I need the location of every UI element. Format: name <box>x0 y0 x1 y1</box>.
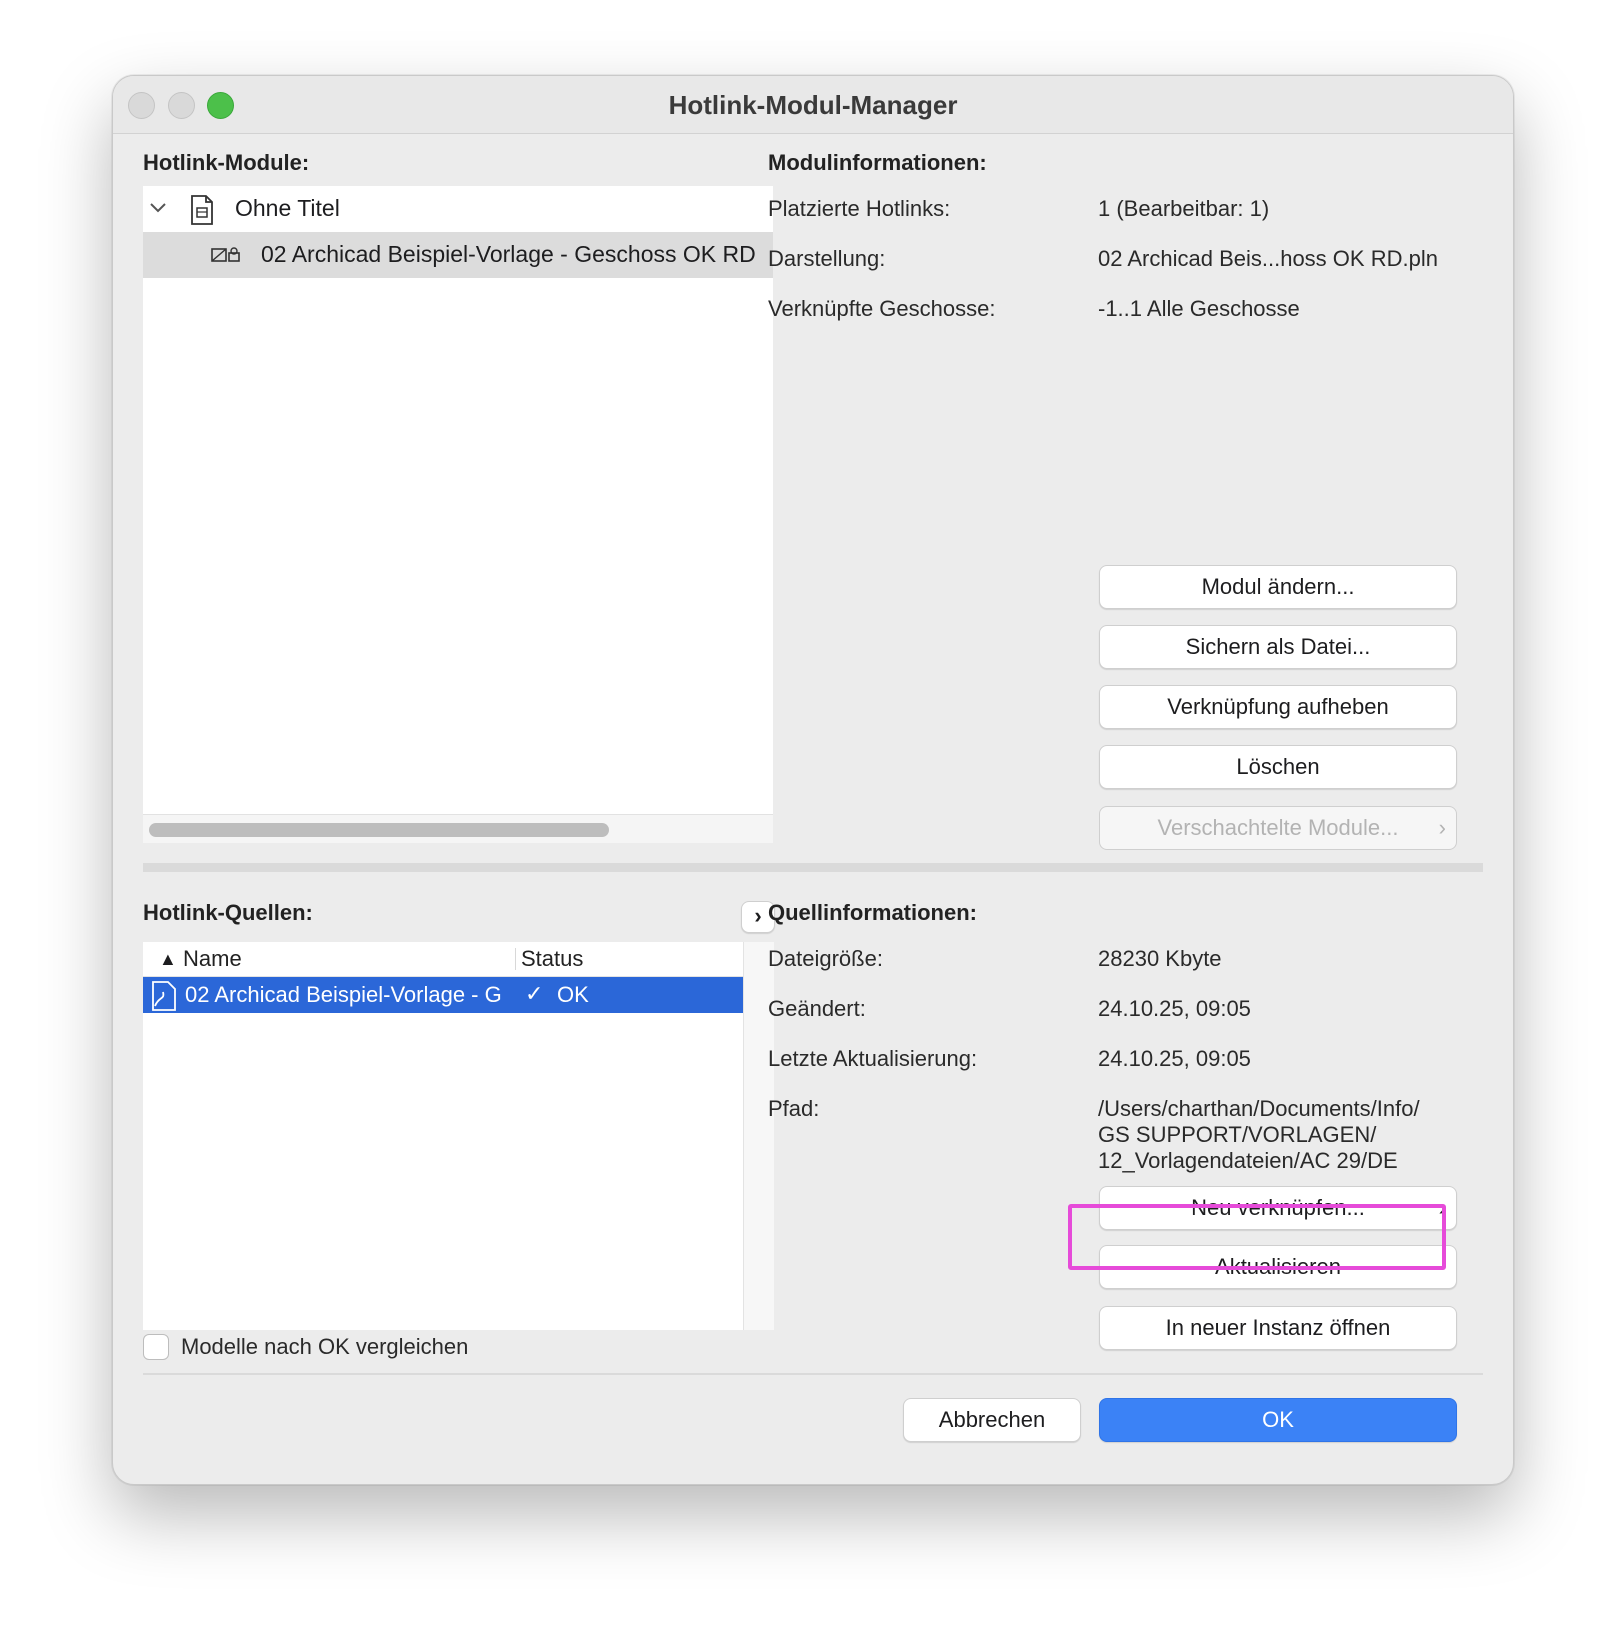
info-value: -1..1 Alle Geschosse <box>1098 296 1300 321</box>
info-value: 02 Archicad Beis...hoss OK RD.pln <box>1098 246 1438 271</box>
cancel-button[interactable]: Abbrechen <box>903 1398 1081 1442</box>
nested-modules-button[interactable]: Verschachtelte Module... › <box>1099 806 1457 850</box>
window-title: Hotlink-Modul-Manager <box>668 90 958 120</box>
delete-button[interactable]: Löschen <box>1099 745 1457 789</box>
info-label: Platzierte Hotlinks: <box>768 196 951 221</box>
info-label: Letzte Aktualisierung: <box>768 1046 978 1071</box>
compare-models-label: Modelle nach OK vergleichen <box>181 1334 469 1359</box>
path-line: GS SUPPORT/VORLAGEN/ <box>1098 1122 1377 1147</box>
tree-row-project[interactable]: Ohne Titel <box>143 186 773 232</box>
ok-button[interactable]: OK <box>1099 1398 1457 1442</box>
info-value: 1 (Bearbeitbar: 1) <box>1098 196 1270 221</box>
info-label: Verknüpfte Geschosse: <box>768 296 996 321</box>
chevron-down-icon[interactable] <box>149 201 167 215</box>
module-info-section-label: Modulinformationen: <box>768 150 987 175</box>
open-in-new-instance-button[interactable]: In neuer Instanz öffnen <box>1099 1306 1457 1350</box>
column-header-name[interactable]: Name <box>183 942 242 976</box>
tree-item-label: Ohne Titel <box>235 195 340 221</box>
change-module-button[interactable]: Modul ändern... <box>1099 565 1457 609</box>
column-header-status[interactable]: Status <box>521 942 583 976</box>
section-splitter[interactable] <box>143 863 1483 872</box>
info-label: Dateigröße: <box>768 946 883 971</box>
info-value: 24.10.25, 09:05 <box>1098 996 1251 1021</box>
annotation-highlight <box>1068 1204 1446 1270</box>
hotlink-manager-window: Hotlink-Modul-Manager Hotlink-Module: Oh… <box>112 75 1514 1485</box>
sort-ascending-icon[interactable]: ▲ <box>159 949 177 970</box>
chevron-right-icon: › <box>1438 815 1446 840</box>
info-value: 28230 Kbyte <box>1098 946 1222 971</box>
chevron-right-icon: › <box>754 903 762 928</box>
modules-tree: Ohne Titel 02 Archicad Beispiel-Vorlage … <box>143 186 773 843</box>
source-name: 02 Archicad Beispiel-Vorlage - G <box>185 982 502 1007</box>
horizontal-scrollbar[interactable] <box>143 814 773 843</box>
source-info-section-label: Quellinformationen: <box>768 900 977 925</box>
info-label: Darstellung: <box>768 246 886 271</box>
path-line: /Users/charthan/Documents/Info/ <box>1098 1096 1420 1121</box>
table-header: ▲ Name Status <box>143 942 743 977</box>
tree-row-module[interactable]: 02 Archicad Beispiel-Vorlage - Geschoss … <box>143 232 773 278</box>
path-label: Pfad: <box>768 1096 820 1121</box>
checkmark-icon: ✓ <box>525 981 544 1006</box>
sources-section-label: Hotlink-Quellen: <box>143 900 313 925</box>
document-icon <box>191 195 213 225</box>
scrollbar-thumb[interactable] <box>149 823 609 837</box>
info-label: Geändert: <box>768 996 866 1021</box>
unlink-button[interactable]: Verknüpfung aufheben <box>1099 685 1457 729</box>
title-bar: Hotlink-Modul-Manager <box>113 76 1513 134</box>
hotlink-file-icon <box>152 981 176 1011</box>
tree-item-label: 02 Archicad Beispiel-Vorlage - Geschoss … <box>261 241 756 267</box>
hotlink-module-icon <box>211 247 240 262</box>
compare-models-checkbox[interactable] <box>143 1334 169 1360</box>
sources-table: ▲ Name Status 02 Archicad Beispiel-Vorla… <box>143 942 774 1330</box>
footer-divider <box>143 1373 1483 1375</box>
nested-modules-label: Verschachtelte Module... <box>1157 815 1399 840</box>
modules-section-label: Hotlink-Module: <box>143 150 310 175</box>
info-value: 24.10.25, 09:05 <box>1098 1046 1251 1071</box>
table-row[interactable]: 02 Archicad Beispiel-Vorlage - G ✓ OK <box>143 977 743 1013</box>
source-status: OK <box>557 982 589 1007</box>
save-as-file-button[interactable]: Sichern als Datei... <box>1099 625 1457 669</box>
column-divider[interactable] <box>515 948 516 970</box>
path-line: 12_Vorlagendateien/AC 29/DE <box>1098 1148 1398 1173</box>
